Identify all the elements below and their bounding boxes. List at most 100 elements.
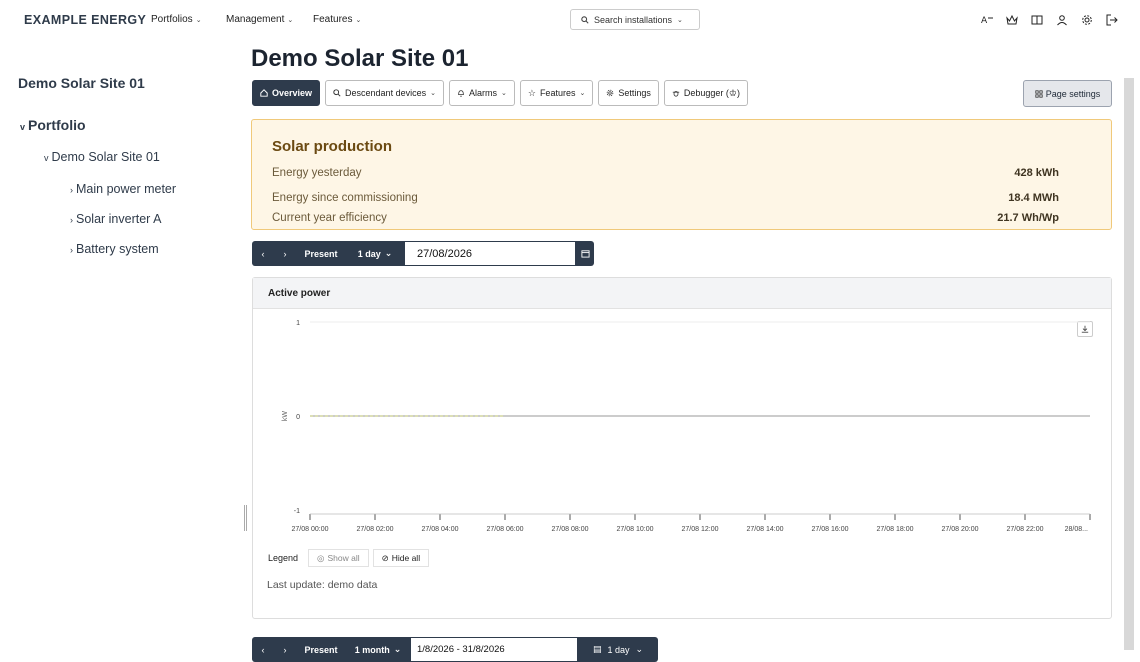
top-bar: EXAMPLE ENERGY Portfolios ⌄ Management ⌄ F… bbox=[0, 0, 1140, 40]
page-settings-label: Page settings bbox=[1045, 88, 1101, 99]
search-installations-button[interactable]: Search installations ⌄ bbox=[570, 9, 700, 30]
legend-row: Legend ◎ Show all ⊘ Hide all bbox=[253, 548, 430, 568]
eye-off-icon: ⊘ bbox=[381, 552, 389, 563]
nav-label: Portfolios bbox=[151, 14, 193, 25]
previous-period-button[interactable]: ‹ bbox=[252, 241, 274, 266]
active-power-chart[interactable]: 1 0 -1 kW 27/08 00:00 27/08 02:00 27/08 04:00 2… bbox=[253, 308, 1111, 538]
home-icon bbox=[260, 89, 268, 97]
range-label: 1 day bbox=[357, 248, 381, 259]
tab-alarms[interactable]: Alarms ⌄ bbox=[448, 80, 515, 106]
nav-features[interactable]: Features ⌄ bbox=[313, 14, 361, 25]
page-settings-button[interactable]: Page settings bbox=[1023, 80, 1112, 107]
tab-label: Debugger (♔) bbox=[683, 87, 740, 98]
show-all-button[interactable]: ◎ Show all bbox=[308, 549, 369, 567]
sidebar: Demo Solar Site 01 v Portfolio v Demo Sola… bbox=[0, 40, 240, 650]
tree-item-main-power-meter[interactable]: › Main power meter bbox=[70, 182, 176, 196]
nav-management[interactable]: Management ⌄ bbox=[226, 14, 293, 25]
bell-icon bbox=[458, 90, 464, 97]
x-tick-label: 27/08 20:00 bbox=[942, 526, 979, 533]
translate-icon[interactable]: A bbox=[980, 13, 993, 26]
eye-icon: ◎ bbox=[317, 552, 325, 563]
nav-label: Features bbox=[313, 14, 353, 25]
hide-all-button[interactable]: ⊘ Hide all bbox=[372, 549, 430, 567]
sidebar-resize-handle[interactable] bbox=[244, 505, 247, 531]
svg-text:A: A bbox=[981, 16, 988, 26]
tab-label: Settings bbox=[618, 88, 651, 98]
tree-item-battery-system[interactable]: › Battery system bbox=[70, 242, 159, 256]
crown-icon[interactable] bbox=[1005, 13, 1018, 26]
x-tick-label: 27/08 00:00 bbox=[292, 526, 329, 533]
nav-portfolios[interactable]: Portfolios ⌄ bbox=[151, 14, 202, 25]
search-icon bbox=[581, 15, 589, 24]
chevron-down-icon: ⌄ bbox=[430, 90, 436, 97]
present-button[interactable]: Present bbox=[296, 241, 346, 266]
x-tick-label: 27/08 14:00 bbox=[747, 526, 784, 533]
show-all-label: Show all bbox=[327, 553, 360, 563]
tab-debugger[interactable]: Debugger (♔) bbox=[663, 80, 748, 106]
tree-item-label: Main power meter bbox=[76, 182, 177, 196]
x-tick-label: 27/08 16:00 bbox=[812, 526, 849, 533]
tab-overview[interactable]: Overview bbox=[252, 80, 321, 106]
x-tick-label: 27/08 04:00 bbox=[422, 526, 459, 533]
date-input[interactable]: 27/08/2026 bbox=[404, 241, 576, 266]
caret-right-icon: › bbox=[70, 185, 73, 195]
star-icon: ☆ bbox=[527, 87, 536, 98]
x-tick-label: 27/08 02:00 bbox=[357, 526, 394, 533]
caret-down-icon: v bbox=[44, 153, 49, 163]
tab-settings[interactable]: Settings bbox=[598, 80, 659, 106]
brand-logo[interactable]: EXAMPLE ENERGY bbox=[24, 13, 146, 27]
tab-descendant-devices[interactable]: Descendant devices ⌄ bbox=[325, 80, 444, 106]
x-tick-label: 27/08 08:00 bbox=[552, 526, 589, 533]
calendar-icon bbox=[580, 250, 590, 258]
user-icon[interactable] bbox=[1055, 13, 1068, 26]
tree-item-label: Demo Solar Site 01 bbox=[51, 150, 160, 164]
chart-title: Active power bbox=[253, 278, 1111, 309]
energy-commissioning-label: Energy since commissioning bbox=[272, 192, 418, 204]
tree-item-site[interactable]: v Demo Solar Site 01 bbox=[44, 150, 160, 164]
y-tick-label: 1 bbox=[296, 320, 300, 327]
chevron-down-icon: ⌄ bbox=[287, 16, 294, 24]
tab-label: Descendant devices bbox=[345, 88, 427, 98]
range-select[interactable]: 1 day ⌄ bbox=[346, 241, 404, 266]
gear-icon[interactable] bbox=[1080, 13, 1093, 26]
chevron-down-icon: ⌄ bbox=[677, 16, 683, 24]
search-label: Search installations bbox=[594, 14, 673, 25]
page-scrollbar[interactable] bbox=[1124, 78, 1134, 650]
tab-features[interactable]: ☆ Features ⌄ bbox=[519, 80, 594, 106]
gear-icon bbox=[607, 89, 614, 97]
sidebar-site-name: Demo Solar Site 01 bbox=[18, 75, 145, 91]
next-period-button[interactable]: › bbox=[274, 241, 296, 266]
energy-commissioning-value: 18.4 MWh bbox=[1008, 192, 1059, 204]
bug-icon bbox=[672, 91, 680, 97]
y-tick-label: 0 bbox=[296, 414, 300, 421]
x-tick-label: 27/08 06:00 bbox=[487, 526, 524, 533]
year-efficiency-value: 21.7 Wh/Wp bbox=[997, 212, 1059, 224]
x-tick-label: 27/08 10:00 bbox=[617, 526, 654, 533]
year-efficiency-label: Current year efficiency bbox=[272, 212, 387, 224]
solar-production-panel: Solar production Energy yesterday 428 kW… bbox=[251, 119, 1112, 230]
last-update-text: Last update: demo data bbox=[267, 579, 378, 591]
logout-icon[interactable] bbox=[1105, 13, 1118, 26]
date-navigation-bar: ‹ › Present 1 day ⌄ 27/08/2026 bbox=[252, 241, 594, 266]
tab-label: Alarms bbox=[468, 88, 497, 98]
nav-label: Management bbox=[226, 14, 285, 25]
x-tick-label: 28/08... bbox=[1065, 526, 1088, 533]
energy-yesterday-label: Energy yesterday bbox=[272, 167, 362, 179]
tree-item-solar-inverter[interactable]: › Solar inverter A bbox=[70, 212, 161, 226]
y-tick-label: -1 bbox=[294, 508, 300, 515]
grid-icon bbox=[1035, 89, 1043, 98]
tree-item-label: Battery system bbox=[76, 242, 159, 256]
chevron-down-icon: ⌄ bbox=[195, 16, 202, 24]
calendar-button[interactable] bbox=[576, 241, 594, 266]
chevron-down-icon: ⌄ bbox=[500, 90, 507, 97]
page-title: Demo Solar Site 01 bbox=[251, 45, 469, 72]
y-axis-label: kW bbox=[282, 411, 289, 422]
tree-item-label: Solar inverter A bbox=[76, 212, 162, 226]
book-icon[interactable] bbox=[1030, 13, 1043, 26]
energy-yesterday-value: 428 kWh bbox=[1014, 167, 1059, 179]
caret-right-icon: › bbox=[70, 245, 73, 255]
legend-label: Legend bbox=[268, 553, 299, 563]
tab-label: Overview bbox=[272, 88, 313, 98]
tree-item-portfolio[interactable]: v Portfolio bbox=[20, 117, 86, 133]
active-power-card: Active power 1 0 -1 kW 27/08 00:00 27/08 02:0… bbox=[252, 277, 1112, 619]
